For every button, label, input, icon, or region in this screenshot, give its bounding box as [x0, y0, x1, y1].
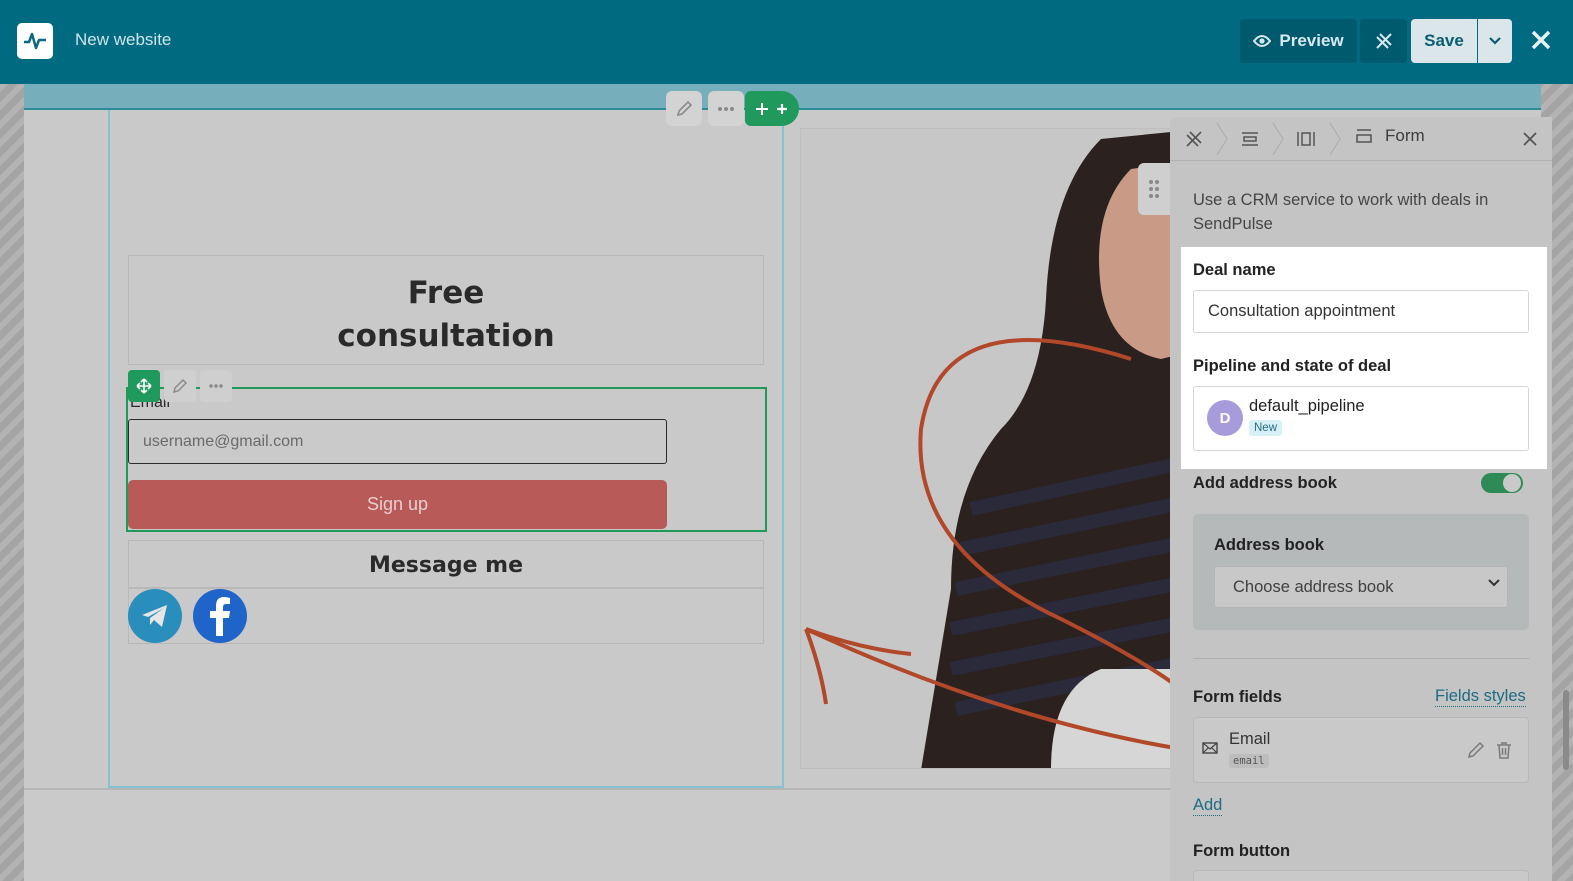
- pencil-icon[interactable]: [1466, 740, 1486, 760]
- field-key: email: [1229, 754, 1269, 768]
- edit-block-button[interactable]: [164, 370, 196, 402]
- deal-name-label: Deal name: [1193, 261, 1276, 279]
- section-toolbar: [666, 91, 744, 126]
- form-button-label: Form button: [1193, 842, 1291, 860]
- app-logo-icon[interactable]: [17, 23, 53, 59]
- field-name: Email: [1229, 730, 1271, 748]
- form-fields-label: Form fields: [1193, 688, 1282, 706]
- section-icon: [1242, 132, 1258, 146]
- pencil-icon: [676, 100, 693, 116]
- block-more-button[interactable]: [200, 370, 232, 402]
- add-section-button[interactable]: [745, 91, 799, 126]
- email-input[interactable]: username@gmail.com: [128, 419, 667, 464]
- section-more-button[interactable]: [708, 91, 744, 126]
- tab-form-label: Form: [1385, 126, 1425, 145]
- add-field-link[interactable]: Add: [1193, 796, 1223, 816]
- pipeline-label: Pipeline and state of deal: [1193, 357, 1392, 375]
- tab-section[interactable]: [1236, 127, 1264, 151]
- chevron-down-icon: [1488, 579, 1500, 587]
- chevron-down-icon: [1489, 37, 1501, 45]
- form-button-card[interactable]: [1193, 870, 1529, 881]
- panel-divider: [1193, 658, 1529, 659]
- panel-scrollbar[interactable]: [1563, 690, 1569, 770]
- panel-drag-handle[interactable]: [1138, 163, 1170, 215]
- close-icon: [1523, 132, 1537, 146]
- message-me-heading[interactable]: Message me: [128, 540, 764, 588]
- pencil-ruler-icon: [1186, 131, 1202, 147]
- more-icon: [718, 106, 734, 111]
- edit-section-button[interactable]: [666, 91, 702, 126]
- address-book-label: Address book: [1214, 536, 1325, 554]
- pipeline-state-badge: New: [1249, 420, 1283, 436]
- hero-title-line2: consultation: [337, 318, 555, 354]
- design-tools-button[interactable]: [1360, 19, 1407, 63]
- close-editor-button[interactable]: [1525, 24, 1557, 56]
- column-icon: [1297, 132, 1315, 146]
- crm-description: Use a CRM service to work with deals in …: [1193, 191, 1489, 233]
- fields-styles-link[interactable]: Fields styles: [1435, 687, 1526, 707]
- breadcrumb-separator: [1329, 123, 1341, 155]
- add-address-book-label: Add address book: [1193, 474, 1337, 492]
- close-icon: [1531, 30, 1551, 50]
- envelope-icon: [1202, 742, 1218, 754]
- breadcrumb-separator: [1272, 123, 1284, 155]
- deal-name-input[interactable]: Consultation appointment: [1193, 290, 1529, 333]
- plus-icon: [777, 103, 787, 114]
- move-icon: [756, 102, 768, 115]
- facebook-icon[interactable]: [193, 589, 247, 643]
- pencil-ruler-icon: [1375, 33, 1392, 49]
- signup-button[interactable]: Sign up: [128, 480, 667, 529]
- preview-label: Preview: [1279, 31, 1344, 50]
- move-icon: [136, 378, 152, 394]
- drag-handle-icon: [1149, 180, 1159, 198]
- telegram-icon[interactable]: [128, 589, 182, 643]
- hero-title-line1: Free: [407, 275, 485, 311]
- top-bar: New website Preview Save: [0, 0, 1573, 84]
- pipeline-selector[interactable]: [1193, 386, 1529, 451]
- form-icon: [1356, 129, 1372, 143]
- move-block-button[interactable]: [128, 370, 160, 402]
- tab-column[interactable]: [1292, 127, 1320, 151]
- toggle-knob: [1503, 474, 1521, 492]
- breadcrumb-separator: [1216, 123, 1228, 155]
- hero-title-block[interactable]: Free consultation: [128, 255, 764, 365]
- eye-icon: [1253, 35, 1272, 47]
- address-book-select[interactable]: Choose address book: [1214, 566, 1508, 608]
- tab-form[interactable]: Form: [1355, 126, 1425, 146]
- trash-icon[interactable]: [1494, 740, 1514, 760]
- form-block-toolbar: [128, 370, 232, 402]
- tab-design[interactable]: [1180, 127, 1208, 151]
- save-options-button[interactable]: [1478, 19, 1512, 63]
- close-panel-button[interactable]: [1518, 127, 1542, 151]
- website-title: New website: [75, 30, 172, 49]
- more-icon: [209, 384, 223, 388]
- image-column[interactable]: [800, 128, 1200, 769]
- woman-photo: [804, 129, 1199, 768]
- pencil-icon: [172, 378, 188, 394]
- preview-button[interactable]: Preview: [1240, 19, 1357, 63]
- save-button[interactable]: Save: [1411, 19, 1477, 63]
- pipeline-name: default_pipeline: [1249, 397, 1365, 415]
- pipeline-avatar: D: [1207, 400, 1243, 436]
